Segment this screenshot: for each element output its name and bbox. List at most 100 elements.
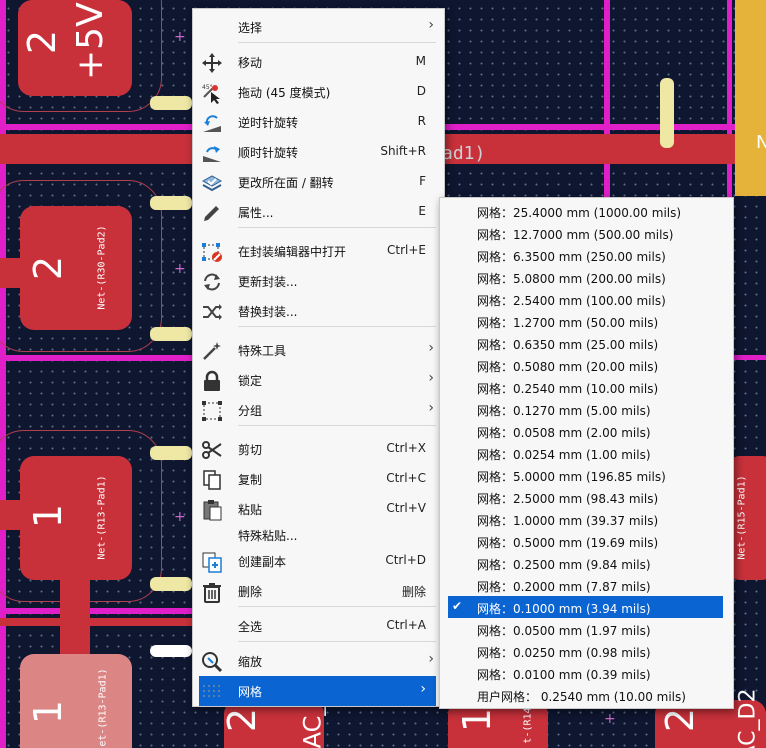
- menu-item-label: 网格: [238, 685, 263, 699]
- pad-number: 2: [658, 707, 703, 733]
- grid-option-label: 网格：0.0500 mm (1.97 mils): [477, 624, 651, 638]
- menu-item-12[interactable]: 分组 ›: [193, 395, 444, 425]
- menu-item-shortcut: Ctrl+X: [386, 441, 426, 455]
- menu-item-label: 剪切: [238, 443, 263, 457]
- grid-option-10[interactable]: 网格：0.0508 mm (2.00 mils): [440, 420, 733, 442]
- menu-item-shortcut: 删除: [401, 585, 426, 599]
- grid-option-label: 网格：0.1000 mm (3.94 mils): [477, 602, 651, 616]
- grid-option-19[interactable]: 网格：0.0500 mm (1.97 mils): [440, 618, 733, 640]
- menu-item-14[interactable]: 复制 Ctrl+C: [193, 464, 444, 494]
- menu-item-1[interactable]: 移动 M: [193, 47, 444, 77]
- grid-option-label: 网格：12.7000 mm (500.00 mils): [477, 228, 674, 242]
- net-label: +5V: [70, 2, 111, 80]
- grid-option-9[interactable]: 网格：0.1270 mm (5.00 mils): [440, 398, 733, 420]
- grid-option-22[interactable]: 用户网格： 0.2540 mm (10.00 mils): [440, 684, 733, 706]
- paste-pad: [660, 78, 674, 148]
- menu-item-label: 替换封装...: [238, 305, 298, 319]
- grid-option-label: 网格：0.0254 mm (1.00 mils): [477, 448, 651, 462]
- chevron-right-icon: ›: [428, 340, 434, 356]
- menu-item-label: 特殊粘贴...: [238, 529, 298, 543]
- footprint-editor-icon: [201, 241, 223, 263]
- exchange-icon: [201, 301, 223, 323]
- chevron-right-icon: ›: [428, 651, 434, 667]
- menu-separator: [238, 606, 436, 607]
- menu-item-21[interactable]: 网格 ›: [199, 676, 436, 706]
- grid-option-16[interactable]: 网格：0.2500 mm (9.84 mils): [440, 552, 733, 574]
- menu-item-18[interactable]: 删除 删除: [193, 576, 444, 606]
- grid-option-7[interactable]: 网格：0.5080 mm (20.00 mils): [440, 354, 733, 376]
- menu-item-label: 顺时针旋转: [238, 146, 299, 160]
- grid-option-label: 网格：2.5000 mm (98.43 mils): [477, 492, 659, 506]
- grid-option-2[interactable]: 网格：6.3500 mm (250.00 mils): [440, 244, 733, 266]
- menu-item-11[interactable]: 锁定 ›: [193, 365, 444, 395]
- menu-item-shortcut: D: [416, 84, 426, 98]
- scissors-icon: [201, 439, 223, 461]
- menu-item-label: 分组: [238, 404, 263, 418]
- grid-option-12[interactable]: 网格：5.0000 mm (196.85 mils): [440, 464, 733, 486]
- net-label: Net-(R13-Pad1): [96, 475, 108, 560]
- menu-item-label: 在封装编辑器中打开: [238, 245, 347, 259]
- menu-item-label: 粘贴: [238, 503, 263, 517]
- crosshair-marker: +: [604, 711, 616, 727]
- grid-option-label: 网格：6.3500 mm (250.00 mils): [477, 250, 666, 264]
- menu-item-label: 更改所在面 / 翻转: [238, 176, 334, 190]
- menu-item-7[interactable]: 在封装编辑器中打开 Ctrl+E: [193, 236, 444, 266]
- menu-item-shortcut: Ctrl+E: [387, 243, 426, 257]
- grid-option-label: 网格：0.0508 mm (2.00 mils): [477, 426, 651, 440]
- grid-option-label: 网格：0.2540 mm (10.00 mils): [477, 382, 659, 396]
- silk-line: [0, 355, 200, 361]
- grid-option-20[interactable]: 网格：0.0250 mm (0.98 mils): [440, 640, 733, 662]
- net-label: Net-(R30-Pad2): [96, 225, 108, 310]
- menu-item-label: 逆时针旋转: [238, 116, 299, 130]
- menu-item-13[interactable]: 剪切 Ctrl+X: [193, 434, 444, 464]
- grid-option-0[interactable]: 网格：25.4000 mm (1000.00 mils): [440, 200, 733, 222]
- grid-option-8[interactable]: 网格：0.2540 mm (10.00 mils): [440, 376, 733, 398]
- menu-item-2[interactable]: 45° 拖动 (45 度模式) D: [193, 77, 444, 107]
- chevron-right-icon: ›: [428, 370, 434, 386]
- menu-item-3[interactable]: 逆时针旋转 R: [193, 107, 444, 137]
- grid-option-label: 网格：0.5000 mm (19.69 mils): [477, 536, 659, 550]
- trace-net-label: ad1): [442, 143, 486, 164]
- flip-board-icon: [201, 172, 223, 194]
- menu-item-label: 复制: [238, 473, 263, 487]
- grid-option-14[interactable]: 网格：1.0000 mm (39.37 mils): [440, 508, 733, 530]
- menu-item-19[interactable]: 全选 Ctrl+A: [193, 611, 444, 641]
- grid-option-17[interactable]: 网格：0.2000 mm (7.87 mils): [440, 574, 733, 596]
- grid-option-18[interactable]: ✔ 网格：0.1000 mm (3.94 mils): [448, 596, 723, 618]
- menu-item-5[interactable]: 更改所在面 / 翻转 F: [193, 167, 444, 197]
- menu-item-9[interactable]: 替换封装...: [193, 296, 444, 326]
- grid-option-label: 网格：1.0000 mm (39.37 mils): [477, 514, 659, 528]
- grid-option-11[interactable]: 网格：0.0254 mm (1.00 mils): [440, 442, 733, 464]
- menu-item-8[interactable]: 更新封装...: [193, 266, 444, 296]
- grid-option-15[interactable]: 网格：0.5000 mm (19.69 mils): [440, 530, 733, 552]
- grid-option-4[interactable]: 网格：2.5400 mm (100.00 mils): [440, 288, 733, 310]
- grid-option-label: 网格：0.2000 mm (7.87 mils): [477, 580, 651, 594]
- copy-icon: [201, 469, 223, 491]
- grid-option-label: 网格：0.1270 mm (5.00 mils): [477, 404, 651, 418]
- paste-pad: [150, 645, 192, 657]
- menu-item-4[interactable]: 顺时针旋转 Shift+R: [193, 137, 444, 167]
- copper-trace: [0, 618, 200, 626]
- menu-item-shortcut: Ctrl+A: [386, 618, 426, 632]
- menu-item-6[interactable]: 属性... E: [193, 197, 444, 227]
- grid-option-13[interactable]: 网格：2.5000 mm (98.43 mils): [440, 486, 733, 508]
- duplicate-icon: [201, 551, 223, 573]
- menu-item-0[interactable]: 选择 ›: [193, 12, 444, 42]
- pad-number: 2: [20, 29, 65, 55]
- grid-option-label: 用户网格： 0.2540 mm (10.00 mils): [477, 690, 686, 704]
- grid-option-3[interactable]: 网格：5.0800 mm (200.00 mils): [440, 266, 733, 288]
- menu-item-10[interactable]: 特殊工具 ›: [193, 335, 444, 365]
- magic-wand-icon: [201, 340, 223, 362]
- menu-item-20[interactable]: 缩放 ›: [193, 646, 444, 676]
- grid-option-1[interactable]: 网格：12.7000 mm (500.00 mils): [440, 222, 733, 244]
- menu-separator: [238, 227, 436, 228]
- grid-option-label: 网格：0.5080 mm (20.00 mils): [477, 360, 659, 374]
- drag-45-icon: 45°: [201, 82, 223, 104]
- menu-item-label: 特殊工具: [238, 344, 287, 358]
- grid-option-5[interactable]: 网格：1.2700 mm (50.00 mils): [440, 310, 733, 332]
- grid-option-6[interactable]: 网格：0.6350 mm (25.00 mils): [440, 332, 733, 354]
- menu-item-17[interactable]: 创建副本 Ctrl+D: [193, 546, 444, 576]
- grid-option-21[interactable]: 网格：0.0100 mm (0.39 mils): [440, 662, 733, 684]
- copper-trace: [0, 134, 200, 164]
- grid-submenu: 网格：25.4000 mm (1000.00 mils) 网格：12.7000 m…: [439, 197, 734, 709]
